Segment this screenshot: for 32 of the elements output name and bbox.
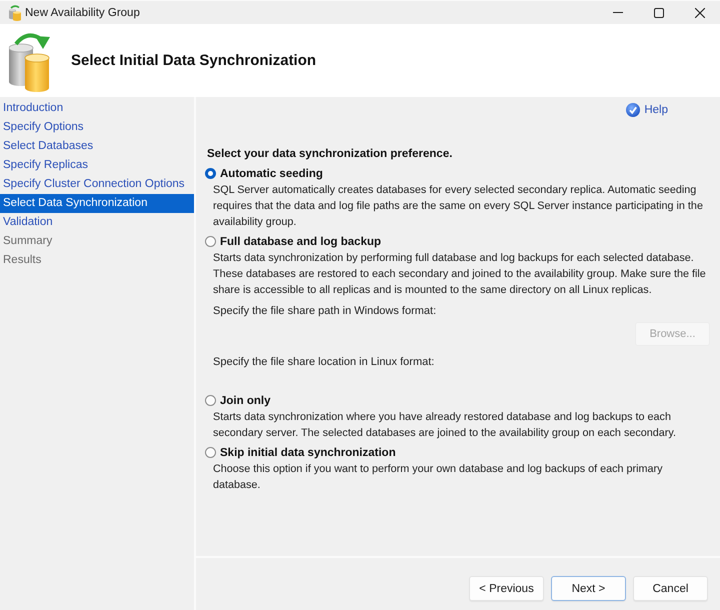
- nav-item[interactable]: Introduction: [0, 99, 194, 118]
- help-link[interactable]: Help: [644, 104, 668, 116]
- option-description: SQL Server automatically creates databases for every selected secondary replica. Automatic seeding requires that the data and log file paths are the same on every SQL Server instance participating in the availability group.: [212, 183, 704, 230]
- radio-button[interactable]: [205, 168, 216, 179]
- help-icon[interactable]: [626, 103, 640, 117]
- option-description: Starts data synchronization where you have already restored database and log backups to each secondary server. The selected databases are joined to the availability group on each secondary.: [212, 410, 677, 441]
- wizard-button[interactable]: Next >: [551, 576, 626, 601]
- nav-item[interactable]: Specify Options: [0, 118, 194, 137]
- option-description: Choose this option if you want to perform your own database and log backups of each primary database.: [212, 462, 664, 493]
- window-title: New Availability Group: [25, 6, 140, 18]
- option-description: Starts data synchronization by performing full database and log backups for each selected database. These databases are restored to each secondary and joined to the availability group. Make sure the file share is accessible to all replicas and is mounted to the same directory on all Linux replicas.: [212, 251, 707, 298]
- radio-button[interactable]: [205, 395, 216, 406]
- option-label[interactable]: Automatic seeding: [220, 168, 323, 180]
- nav-item[interactable]: Select Databases: [0, 137, 194, 156]
- wizard-button[interactable]: < Previous: [469, 576, 544, 601]
- wizard-button[interactable]: Cancel: [633, 576, 708, 601]
- maximize-icon[interactable]: [654, 8, 664, 18]
- database-icon: [9, 4, 21, 20]
- nav-item[interactable]: Specify Replicas: [0, 156, 194, 175]
- field-label: Specify the file share location in Linux format:: [212, 355, 436, 370]
- option-label[interactable]: Join only: [220, 394, 270, 406]
- prompt-text: Select your data synchronization preference.: [207, 147, 454, 162]
- nav-item[interactable]: Specify Cluster Connection Options: [0, 175, 194, 194]
- field-label: Specify the file share path in Windows format:: [212, 304, 438, 319]
- page-title: Select Initial Data Synchronization: [71, 52, 316, 69]
- option-label[interactable]: Skip initial data synchronization: [220, 446, 396, 458]
- nav-item[interactable]: Select Data Synchronization: [0, 194, 194, 213]
- radio-button[interactable]: [205, 236, 216, 247]
- close-icon[interactable]: [695, 8, 705, 18]
- option-label[interactable]: Full database and log backup: [220, 236, 382, 248]
- nav-item[interactable]: Validation: [0, 213, 194, 232]
- radio-button[interactable]: [205, 447, 216, 458]
